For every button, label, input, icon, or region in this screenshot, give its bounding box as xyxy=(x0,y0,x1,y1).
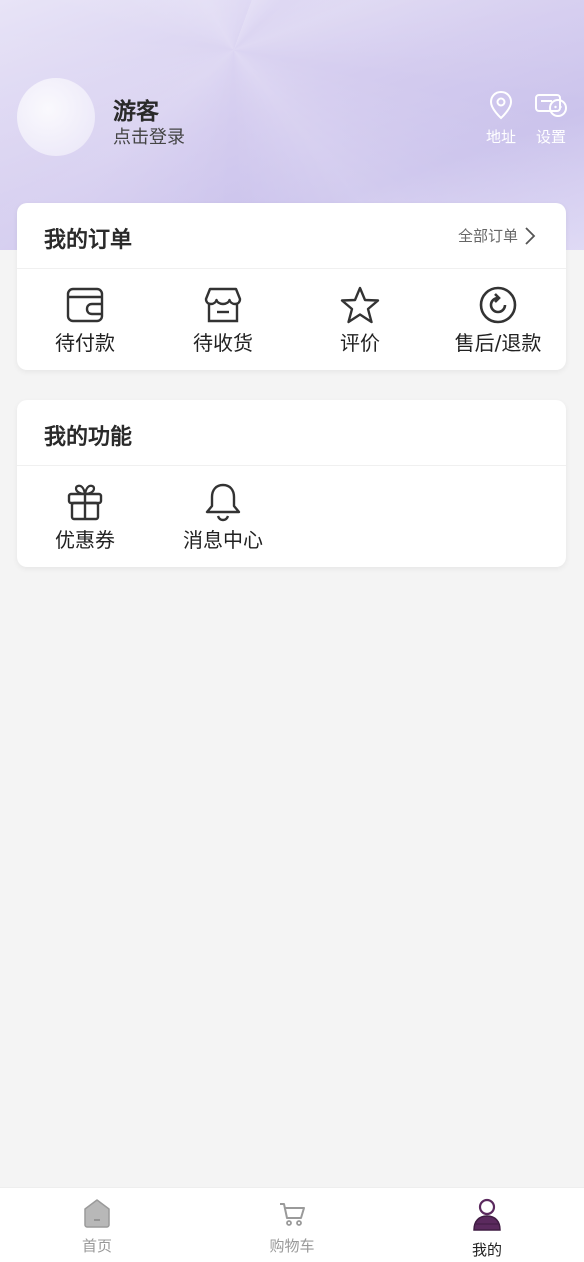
refresh-icon xyxy=(479,286,517,324)
orders-card-header: 我的订单 全部订单 xyxy=(17,203,566,269)
functions-card-header: 我的功能 xyxy=(17,400,566,466)
location-pin-icon xyxy=(489,90,513,120)
bell-icon xyxy=(205,483,241,522)
tab-home[interactable]: 首页 xyxy=(37,1198,157,1256)
orders-card: 我的订单 全部订单 待付款 待收货 评价 售后/退款 xyxy=(17,203,566,370)
orders-title: 我的订单 xyxy=(44,228,133,253)
cart-icon xyxy=(280,1203,305,1226)
tab-mine-label: 我的 xyxy=(471,1241,502,1259)
order-status-label: 待收货 xyxy=(193,331,253,355)
function-label: 消息中心 xyxy=(183,528,263,552)
address-label: 地址 xyxy=(485,128,516,146)
avatar[interactable] xyxy=(17,78,95,156)
settings-label: 设置 xyxy=(535,128,566,146)
order-after-sales[interactable]: 售后/退款 xyxy=(428,285,568,356)
gift-icon xyxy=(67,484,103,521)
message-center-button[interactable]: 消息中心 xyxy=(153,482,293,553)
tab-cart[interactable]: 购物车 xyxy=(232,1198,352,1256)
tab-mine[interactable]: 我的 xyxy=(427,1198,547,1260)
chevron-right-icon xyxy=(525,226,536,245)
star-icon xyxy=(340,286,380,324)
order-status-label: 待付款 xyxy=(55,331,115,355)
chat-settings-icon xyxy=(535,94,567,117)
order-review[interactable]: 评价 xyxy=(290,285,430,356)
function-label: 优惠券 xyxy=(55,528,115,552)
functions-title: 我的功能 xyxy=(44,425,133,450)
address-button[interactable]: 地址 xyxy=(477,90,525,147)
home-icon xyxy=(84,1199,110,1228)
functions-row: 优惠券 消息中心 xyxy=(17,466,566,566)
user-icon xyxy=(473,1198,501,1231)
store-icon xyxy=(204,287,242,323)
order-pending-receipt[interactable]: 待收货 xyxy=(153,285,293,356)
order-status-row: 待付款 待收货 评价 售后/退款 xyxy=(17,269,566,369)
order-status-label: 评价 xyxy=(340,331,380,355)
bottom-tab-bar: 首页 购物车 我的 xyxy=(0,1187,584,1262)
all-orders-label: 全部订单 xyxy=(457,227,518,245)
coupons-button[interactable]: 优惠券 xyxy=(15,482,155,553)
functions-card: 我的功能 优惠券 消息中心 xyxy=(17,400,566,567)
order-status-label: 售后/退款 xyxy=(454,331,542,355)
wallet-icon xyxy=(66,287,104,323)
order-pending-payment[interactable]: 待付款 xyxy=(15,285,155,356)
login-link[interactable]: 点击登录 xyxy=(113,123,185,149)
user-name[interactable]: 游客 xyxy=(113,92,159,126)
settings-button[interactable]: 设置 xyxy=(527,90,575,147)
tab-home-label: 首页 xyxy=(81,1237,112,1255)
all-orders-link[interactable]: 全部订单 xyxy=(458,225,536,246)
tab-cart-label: 购物车 xyxy=(269,1237,315,1255)
